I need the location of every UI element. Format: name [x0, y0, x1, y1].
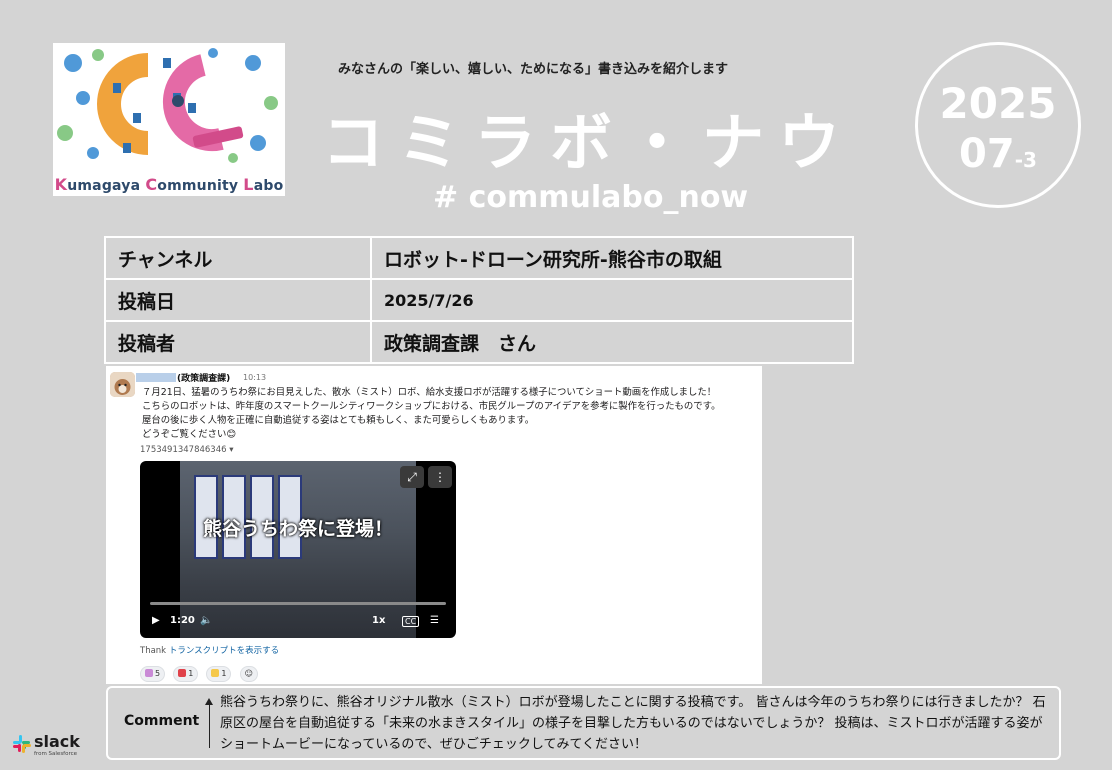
- transcript-row: Thank トランスクリプトを表示する: [140, 644, 279, 656]
- reaction-count: 1: [221, 669, 227, 678]
- add-reaction-icon: ☺: [244, 669, 253, 678]
- post-line: こちらのロボットは、昨年度のスマートクールシティワークショップにおける、市民グル…: [142, 401, 721, 412]
- hashtag: # commulabo_now: [433, 180, 749, 215]
- post-line: どうぞご覧ください😊: [142, 429, 237, 440]
- logo-illustration: [53, 43, 285, 171]
- page-title: コミラボ・ナウ: [322, 106, 855, 179]
- table-row-date: 投稿日 2025/7/26: [104, 278, 854, 322]
- date-year: 2025: [939, 79, 1057, 128]
- reaction-pill[interactable]: 5: [140, 666, 166, 682]
- date-month-number: 07: [959, 131, 1015, 177]
- add-reaction-button[interactable]: ☺: [239, 666, 258, 682]
- video-controls: ▶ 1:20 🔈 1x CC ☰: [140, 611, 456, 635]
- dog-avatar-icon: [110, 372, 135, 397]
- slack-subtext: from Salesforce: [34, 751, 78, 757]
- post-date-label: 投稿日: [104, 278, 372, 322]
- comment-label: Comment: [124, 713, 200, 729]
- video-time: 1:20: [170, 615, 195, 626]
- captions-icon[interactable]: CC: [402, 616, 420, 627]
- post-line: ７月21日、猛暑のうちわ祭にお目見えした、散水（ミスト）ロボ、給水支援ロボが活躍…: [142, 387, 717, 398]
- show-transcript-link[interactable]: トランスクリプトを表示する: [169, 646, 279, 656]
- video-progress-bar[interactable]: [150, 602, 446, 605]
- post-body: ７月21日、猛暑のうちわ祭にお目見えした、散水（ミスト）ロボ、給水支援ロボが活躍…: [142, 386, 754, 442]
- date-month: 07-3: [918, 131, 1078, 177]
- community-labo-logo: Kumagaya Community Labo: [53, 43, 285, 196]
- channel-label: チャンネル: [104, 236, 372, 280]
- reaction-pill[interactable]: 1: [173, 666, 199, 682]
- playback-speed[interactable]: 1x: [372, 615, 385, 626]
- table-row-channel: チャンネル ロボット-ドローン研究所-熊谷市の取組: [104, 236, 854, 280]
- date-badge: 2025 07-3: [915, 42, 1081, 208]
- more-options-icon[interactable]: ⋮: [428, 466, 452, 488]
- reactions-bar: 5 1 1 ☺: [140, 666, 261, 682]
- video-caption: 熊谷うちわ祭に登場！: [202, 518, 393, 540]
- poster-value: 政策調査課 さん: [370, 320, 854, 364]
- volume-icon[interactable]: 🔈: [200, 615, 212, 626]
- post-line: 屋台の後に歩く人物を正確に自動追従する姿はとても頼もしく、また可愛らしくもありま…: [142, 415, 535, 426]
- author-department: (政策調査課): [177, 374, 231, 384]
- avatar[interactable]: [110, 372, 135, 397]
- reaction-pill[interactable]: 1: [206, 666, 232, 682]
- post-date-value: 2025/7/26: [370, 278, 854, 322]
- date-issue-number: -3: [1014, 148, 1037, 172]
- table-row-poster: 投稿者 政策調査課 さん: [104, 320, 854, 364]
- menu-icon[interactable]: ☰: [430, 615, 439, 626]
- poster-label: 投稿者: [104, 320, 372, 364]
- reaction-emoji-icon: [211, 669, 220, 677]
- attachment-id[interactable]: 1753491347846346 ▾: [140, 445, 234, 455]
- reaction-count: 5: [155, 669, 161, 678]
- post-time[interactable]: 10:13: [243, 373, 266, 382]
- slack-wordmark: slack: [34, 732, 80, 751]
- reaction-count: 1: [188, 669, 194, 678]
- comment-box: Comment 熊谷うちわ祭りに、熊谷オリジナル散水（ミスト）ロボが登場したこと…: [106, 686, 1061, 760]
- comment-text: 熊谷うちわ祭りに、熊谷オリジナル散水（ミスト）ロボが登場したことに関する投稿です…: [220, 695, 1046, 752]
- transcript-prefix: Thank: [140, 646, 167, 656]
- channel-value: ロボット-ドローン研究所-熊谷市の取組: [370, 236, 854, 280]
- arrow-up-icon: [205, 698, 213, 748]
- slack-post: (政策調査課) 10:13 ７月21日、猛暑のうちわ祭にお目見えした、散水（ミス…: [106, 366, 762, 684]
- logo-caption: Kumagaya Community Labo: [54, 175, 284, 194]
- post-author[interactable]: (政策調査課): [136, 371, 230, 384]
- play-icon[interactable]: ▶: [152, 615, 160, 626]
- video-player[interactable]: 熊谷うちわ祭に登場！ ⤢ ⋮ ▶ 1:20 🔈 1x CC ☰: [140, 461, 456, 638]
- post-info-table: チャンネル ロボット-ドローン研究所-熊谷市の取組 投稿日 2025/7/26 …: [104, 236, 854, 364]
- slack-logo: slack from Salesforce: [12, 732, 92, 762]
- slack-icon: [13, 735, 31, 753]
- fullscreen-icon[interactable]: ⤢: [400, 466, 424, 488]
- reaction-emoji-icon: [145, 669, 153, 677]
- reaction-emoji-icon: [178, 669, 187, 677]
- redacted-name: [136, 373, 176, 382]
- tagline: みなさんの「楽しい、嬉しい、ためになる」書き込みを紹介します: [338, 62, 729, 77]
